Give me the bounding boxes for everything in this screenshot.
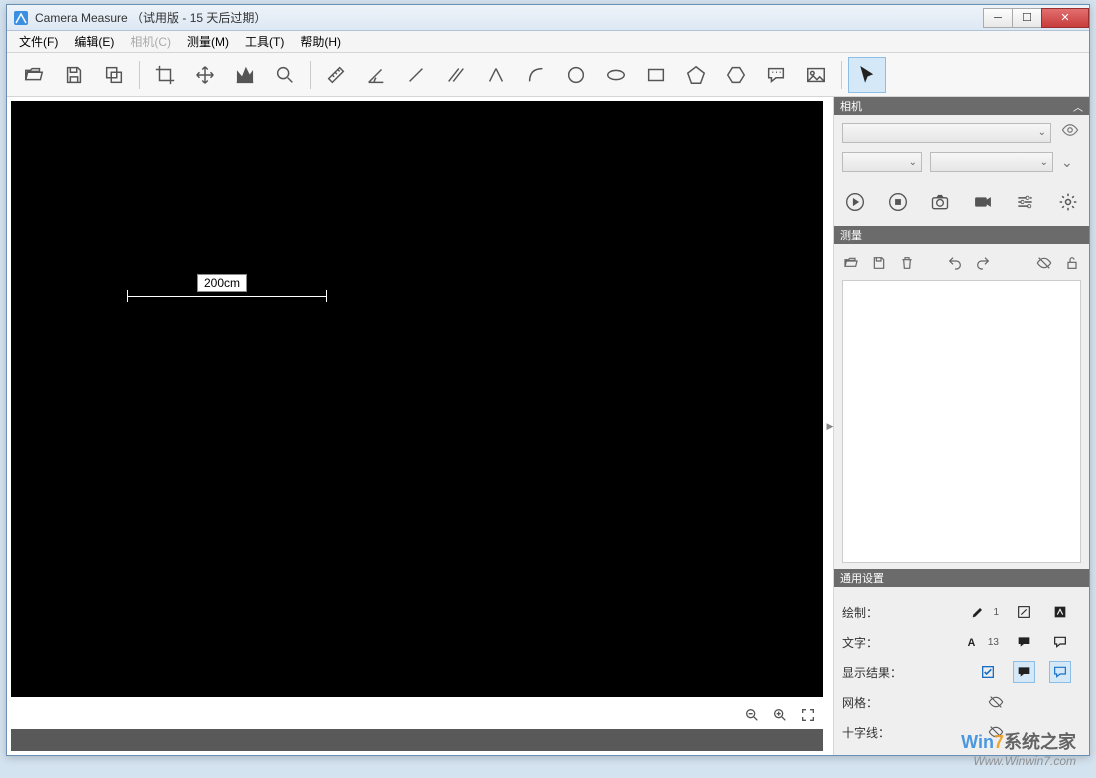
title-bar[interactable]: Camera Measure （试用版 - 15 天后过期） ─ ☐ ✕ bbox=[7, 5, 1089, 31]
measure-panel bbox=[834, 244, 1089, 569]
canvas-panel: 200cm bbox=[7, 97, 827, 755]
crop-button[interactable] bbox=[146, 57, 184, 93]
resolution-select-1[interactable]: ⌄ bbox=[842, 152, 922, 172]
measure-lock-button[interactable] bbox=[1063, 254, 1081, 272]
image-tool-button[interactable] bbox=[797, 57, 835, 93]
watermark: Win7系统之家 Www.Winwin7.com bbox=[961, 728, 1076, 768]
visibility-toggle[interactable] bbox=[1061, 121, 1081, 144]
copy-button[interactable] bbox=[95, 57, 133, 93]
measurement-ruler[interactable]: 200cm bbox=[127, 288, 327, 304]
grid-toggle[interactable] bbox=[985, 691, 1007, 713]
app-window: Camera Measure （试用版 - 15 天后过期） ─ ☐ ✕ 文件(… bbox=[6, 4, 1090, 756]
arc-tool-button[interactable] bbox=[517, 57, 555, 93]
record-button[interactable] bbox=[972, 190, 995, 214]
menu-tools[interactable]: 工具(T) bbox=[237, 31, 292, 52]
close-button[interactable]: ✕ bbox=[1041, 8, 1089, 28]
text-label: 文字： bbox=[842, 634, 922, 651]
pen-size-button[interactable] bbox=[967, 601, 989, 623]
settings-panel-header[interactable]: 通用设置 bbox=[834, 569, 1089, 587]
polyline-tool-button[interactable] bbox=[477, 57, 515, 93]
color-button[interactable] bbox=[1049, 601, 1071, 623]
measurement-label: 200cm bbox=[197, 274, 247, 292]
snapshot-button[interactable] bbox=[929, 190, 952, 214]
zoom-in-button[interactable] bbox=[771, 706, 789, 724]
stop-button[interactable] bbox=[887, 190, 910, 214]
pentagon-tool-button[interactable] bbox=[677, 57, 715, 93]
window-title: Camera Measure （试用版 - 15 天后过期） bbox=[35, 9, 266, 26]
measure-save-button[interactable] bbox=[870, 254, 888, 272]
zoom-button[interactable] bbox=[266, 57, 304, 93]
camera-panel-header[interactable]: 相机︿ bbox=[834, 97, 1089, 115]
redo-button[interactable] bbox=[974, 254, 992, 272]
line-tool-button[interactable] bbox=[397, 57, 435, 93]
ellipse-tool-button[interactable] bbox=[597, 57, 635, 93]
ruler-tool-button[interactable] bbox=[317, 57, 355, 93]
angle-tool-button[interactable] bbox=[357, 57, 395, 93]
open-button[interactable] bbox=[15, 57, 53, 93]
select-tool-button[interactable] bbox=[848, 57, 886, 93]
menu-measure[interactable]: 测量(M) bbox=[179, 31, 237, 52]
side-panel: 相机︿ ⌄ ⌄ ⌄ ⌄ bbox=[833, 97, 1089, 755]
result-style-outline-button[interactable] bbox=[1049, 661, 1071, 683]
parallel-lines-button[interactable] bbox=[437, 57, 475, 93]
rectangle-tool-button[interactable] bbox=[637, 57, 675, 93]
camera-settings-button[interactable] bbox=[1014, 190, 1037, 214]
grid-label: 网格： bbox=[842, 694, 922, 711]
text-bubble-outline-button[interactable] bbox=[1049, 631, 1071, 653]
fullscreen-button[interactable] bbox=[799, 706, 817, 724]
menu-file[interactable]: 文件(F) bbox=[11, 31, 66, 52]
menu-edit[interactable]: 编辑(E) bbox=[66, 31, 122, 52]
edit-button[interactable] bbox=[1013, 601, 1035, 623]
camera-select[interactable]: ⌄ bbox=[842, 123, 1051, 143]
play-button[interactable] bbox=[844, 190, 867, 214]
show-result-checkbox[interactable] bbox=[977, 661, 999, 683]
canvas[interactable]: 200cm bbox=[11, 101, 823, 697]
maximize-button[interactable]: ☐ bbox=[1012, 8, 1042, 28]
polygon-tool-button[interactable] bbox=[717, 57, 755, 93]
expand-toggle[interactable]: ⌄ bbox=[1061, 154, 1081, 171]
zoom-out-button[interactable] bbox=[743, 706, 761, 724]
chevron-up-icon: ︿ bbox=[1073, 99, 1083, 114]
camera-config-button[interactable] bbox=[1057, 190, 1080, 214]
histogram-button[interactable] bbox=[226, 57, 264, 93]
toolbar bbox=[7, 53, 1089, 97]
canvas-zoom-controls bbox=[7, 701, 827, 729]
measure-visibility-button[interactable] bbox=[1035, 254, 1053, 272]
measure-delete-button[interactable] bbox=[898, 254, 916, 272]
measure-open-button[interactable] bbox=[842, 254, 860, 272]
measure-list[interactable] bbox=[842, 280, 1081, 563]
result-style-fill-button[interactable] bbox=[1013, 661, 1035, 683]
camera-panel: ⌄ ⌄ ⌄ ⌄ bbox=[834, 115, 1089, 226]
circle-tool-button[interactable] bbox=[557, 57, 595, 93]
comment-tool-button[interactable] bbox=[757, 57, 795, 93]
show-result-label: 显示结果： bbox=[842, 664, 922, 681]
save-button[interactable] bbox=[55, 57, 93, 93]
menu-camera[interactable]: 相机(C) bbox=[122, 31, 179, 52]
status-bar bbox=[11, 729, 823, 751]
app-icon bbox=[13, 10, 29, 26]
menu-bar: 文件(F) 编辑(E) 相机(C) 测量(M) 工具(T) 帮助(H) bbox=[7, 31, 1089, 53]
svg-text:A: A bbox=[968, 637, 976, 649]
text-bubble-button[interactable] bbox=[1013, 631, 1035, 653]
undo-button[interactable] bbox=[946, 254, 964, 272]
move-button[interactable] bbox=[186, 57, 224, 93]
measure-panel-header[interactable]: 测量 bbox=[834, 226, 1089, 244]
resolution-select-2[interactable]: ⌄ bbox=[930, 152, 1053, 172]
font-button[interactable]: A bbox=[962, 631, 984, 653]
crosshair-label: 十字线： bbox=[842, 724, 922, 741]
menu-help[interactable]: 帮助(H) bbox=[292, 31, 349, 52]
minimize-button[interactable]: ─ bbox=[983, 8, 1013, 28]
draw-label: 绘制： bbox=[842, 604, 922, 621]
